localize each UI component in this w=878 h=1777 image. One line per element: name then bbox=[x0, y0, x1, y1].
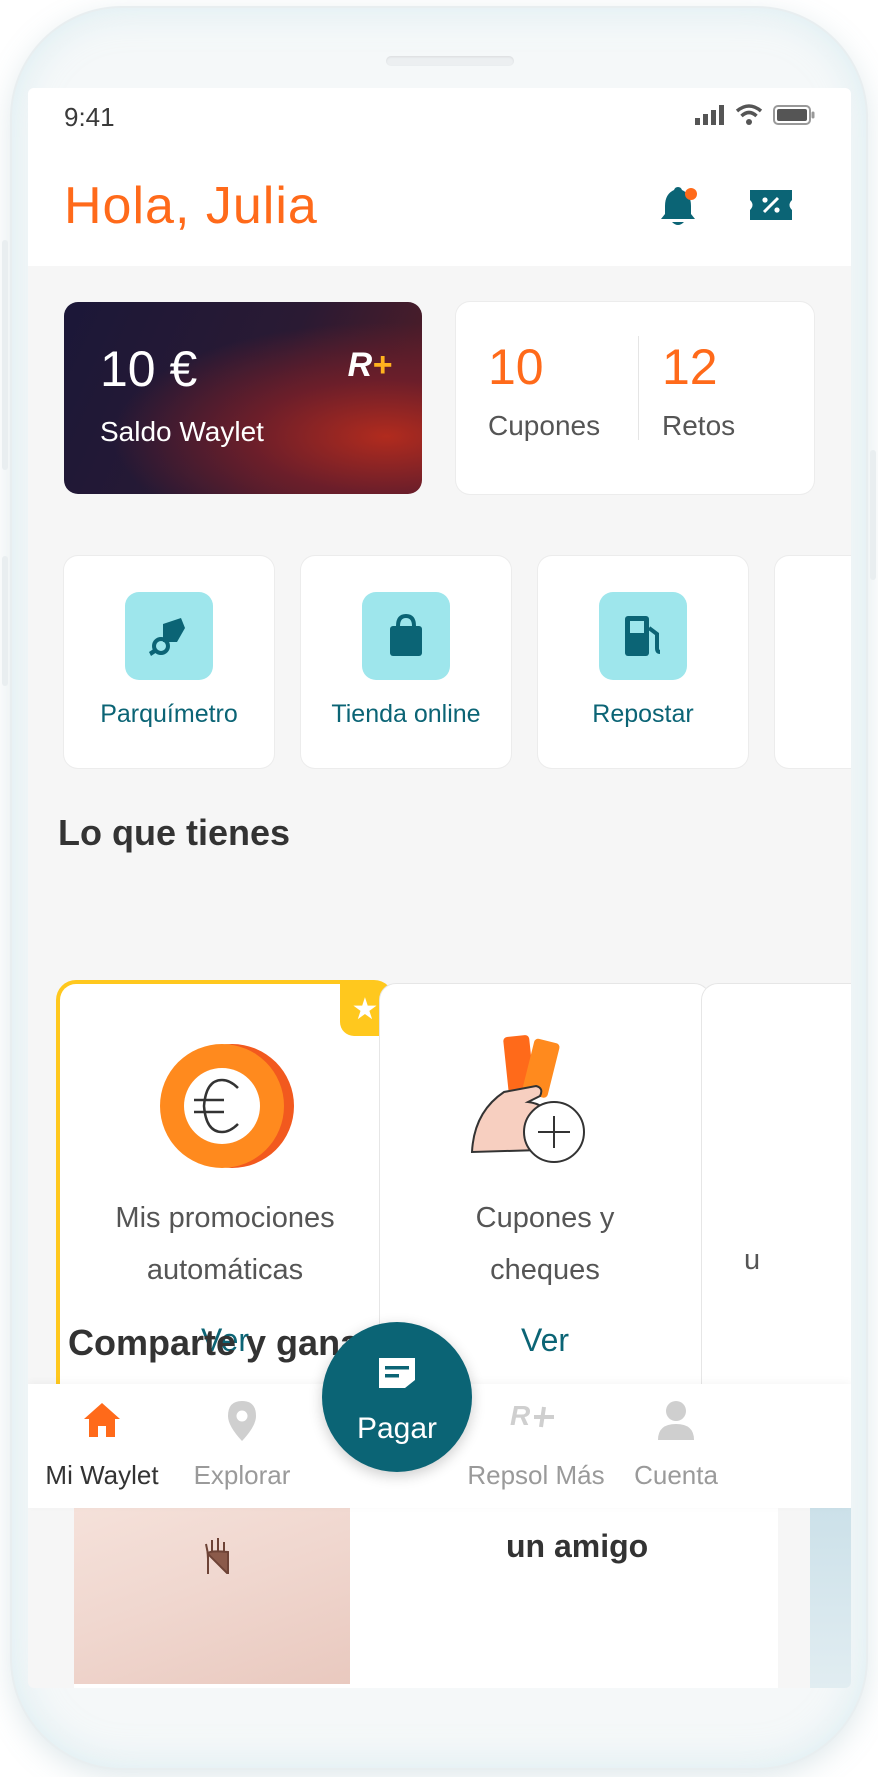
card-text-peek: u bbox=[744, 1244, 761, 1276]
payment-card-icon bbox=[379, 1358, 415, 1388]
have-card-peek[interactable]: u bbox=[702, 984, 851, 1404]
nav-label: Repsol Más bbox=[467, 1460, 605, 1490]
share-card-title: un amigo bbox=[506, 1528, 649, 1564]
status-time: 9:41 bbox=[64, 102, 115, 132]
stat-value: 10 bbox=[488, 339, 544, 395]
coupons-stat[interactable]: 10 Cupones bbox=[488, 338, 600, 442]
raised-hand-image bbox=[205, 1538, 229, 1574]
pay-label: Pagar bbox=[356, 1412, 438, 1445]
card-text-line: Cupones y bbox=[475, 1202, 615, 1234]
invite-friend-card[interactable]: un amigo bbox=[74, 1484, 778, 1688]
stat-label: Retos bbox=[662, 410, 736, 441]
parking-meter-icon bbox=[149, 618, 185, 656]
card-text: Cupones y cheques bbox=[380, 1192, 710, 1296]
challenges-stat[interactable]: 12 Retos bbox=[662, 338, 735, 442]
quick-icon-box bbox=[362, 592, 450, 680]
quick-icon-box bbox=[599, 592, 687, 680]
quick-action-refuel[interactable]: Repostar bbox=[538, 556, 748, 768]
user-icon bbox=[658, 1401, 694, 1440]
side-button bbox=[2, 556, 8, 686]
wifi-icon bbox=[735, 104, 763, 125]
balance-amount: 10 € bbox=[100, 341, 198, 397]
share-card-peek[interactable] bbox=[810, 1484, 851, 1688]
quick-action-online-store[interactable]: Tienda online bbox=[301, 556, 511, 768]
shopping-bag-icon bbox=[390, 613, 422, 656]
nav-label: Cuenta bbox=[634, 1460, 718, 1490]
app-screen: 9:41 Hola, Julia 10 € Saldo Waylet R+ 10… bbox=[28, 88, 851, 1688]
location-pin-icon bbox=[228, 1401, 256, 1441]
quick-action-more[interactable] bbox=[775, 556, 851, 768]
status-bar: 9:41 bbox=[28, 88, 851, 148]
share-section-title: Comparte y gana bbox=[68, 1322, 361, 1363]
quick-actions-row: Parquímetro Tienda online Repostar bbox=[64, 556, 851, 768]
nav-item-account[interactable]: Cuenta bbox=[596, 1384, 756, 1508]
quick-action-label: Tienda online bbox=[331, 700, 481, 728]
phone-speaker bbox=[386, 56, 514, 66]
balance-label: Saldo Waylet bbox=[100, 416, 264, 447]
fuel-pump-icon bbox=[625, 616, 661, 656]
nav-item-my-waylet[interactable]: Mi Waylet bbox=[28, 1384, 182, 1508]
app-header: Hola, Julia bbox=[28, 148, 851, 266]
stats-card: 10 Cupones 12 Retos bbox=[456, 302, 814, 494]
wallet-balance-card[interactable]: 10 € Saldo Waylet R+ bbox=[64, 302, 422, 494]
have-section-title: Lo que tienes bbox=[58, 812, 291, 853]
share-photo bbox=[74, 1484, 350, 1684]
hand-coupons-icon bbox=[470, 1035, 585, 1163]
nav-item-explore[interactable]: Explorar bbox=[162, 1384, 322, 1508]
svg-text:R: R bbox=[510, 1400, 531, 1430]
quick-action-label: Repostar bbox=[592, 700, 694, 728]
quick-icon-box bbox=[125, 592, 213, 680]
quick-action-parking[interactable]: Parquímetro bbox=[64, 556, 274, 768]
nav-label: Mi Waylet bbox=[45, 1460, 159, 1490]
card-text-line: automáticas bbox=[146, 1254, 304, 1286]
greeting-title: Hola, Julia bbox=[64, 177, 318, 235]
logo-plus: + bbox=[372, 346, 392, 384]
quick-action-label: Parquímetro bbox=[100, 700, 238, 728]
notifications-bell-icon[interactable] bbox=[658, 186, 698, 228]
side-button bbox=[2, 240, 8, 470]
battery-icon bbox=[773, 105, 815, 125]
coupon-ticket-icon[interactable] bbox=[750, 188, 792, 222]
signal-icon bbox=[695, 105, 724, 125]
repsol-plus-logo: R+ bbox=[348, 346, 392, 385]
stat-label: Cupones bbox=[488, 410, 601, 441]
stat-divider bbox=[638, 336, 639, 440]
side-button bbox=[870, 450, 876, 580]
status-icons bbox=[695, 104, 815, 126]
card-text-line: Mis promociones bbox=[115, 1202, 335, 1234]
card-text-line: cheques bbox=[490, 1254, 600, 1286]
nav-label: Explorar bbox=[193, 1460, 291, 1490]
home-icon bbox=[84, 1403, 120, 1437]
card-text: Mis promociones automáticas bbox=[60, 1192, 390, 1296]
logo-letter: R bbox=[347, 346, 373, 384]
nav-item-repsol-mas[interactable]: R Repsol Más bbox=[456, 1384, 616, 1508]
repsol-plus-icon: R bbox=[510, 1400, 554, 1430]
pay-button[interactable]: Pagar bbox=[322, 1322, 472, 1472]
stat-value: 12 bbox=[662, 339, 718, 395]
euro-coin-icon bbox=[160, 1044, 294, 1168]
